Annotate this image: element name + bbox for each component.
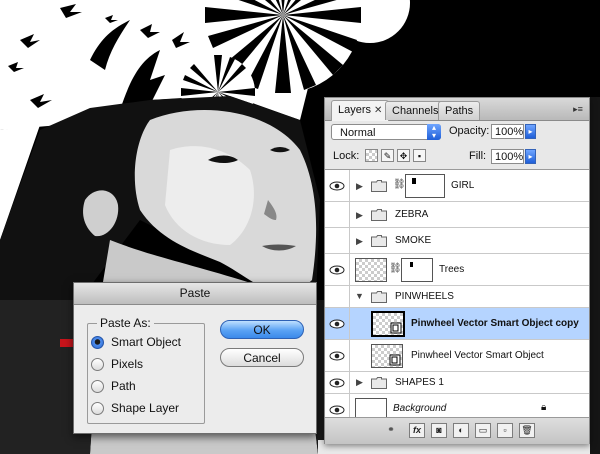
expand-triangle-icon[interactable]: ▶ bbox=[356, 377, 363, 388]
adjustment-icon[interactable]: ◐ bbox=[453, 423, 469, 438]
new-group-icon[interactable]: ▭ bbox=[475, 423, 491, 438]
layer-name: Background bbox=[393, 403, 447, 414]
layer-row-pinwheels[interactable]: ▼ PINWHEELS bbox=[325, 286, 589, 308]
layer-row-background[interactable]: Background 🔒︎ bbox=[325, 394, 589, 418]
layer-row-pinwheel[interactable]: Pinwheel Vector Smart Object bbox=[325, 340, 589, 372]
option-path-label[interactable]: Path bbox=[111, 379, 136, 393]
layer-mask-thumbnail[interactable] bbox=[401, 258, 433, 282]
folder-icon bbox=[371, 209, 387, 221]
layers-panel: Layers ✕ Channels Paths ▸≡ Normal ▴ ▾ Opac… bbox=[324, 97, 590, 444]
layers-bottom-toolbar: ⚭ fx ◙ ◐ ▭ ▫ 🗑︎ bbox=[325, 417, 589, 444]
expand-triangle-icon[interactable]: ▶ bbox=[356, 236, 363, 247]
tab-paths[interactable]: Paths bbox=[438, 101, 481, 120]
eye-icon[interactable] bbox=[329, 319, 345, 329]
lock-label: Lock: bbox=[333, 150, 360, 162]
lock-icon: 🔒︎ bbox=[541, 402, 547, 413]
layer-name: Trees bbox=[439, 264, 465, 275]
expand-triangle-icon[interactable]: ▶ bbox=[356, 181, 363, 192]
radio-shape-layer[interactable] bbox=[91, 402, 104, 415]
layer-row-shapes-1[interactable]: ▶ SHAPES 1 bbox=[325, 372, 589, 394]
blend-mode-select[interactable]: Normal ▴ ▾ bbox=[331, 124, 441, 140]
mask-icon[interactable]: ◙ bbox=[431, 423, 447, 438]
fill-slider-arrow-icon[interactable]: ▸ bbox=[525, 149, 536, 164]
folder-icon bbox=[371, 377, 387, 389]
option-shape-layer-label[interactable]: Shape Layer bbox=[111, 401, 179, 415]
eye-icon[interactable] bbox=[329, 265, 345, 275]
opacity-slider-arrow-icon[interactable]: ▸ bbox=[525, 124, 536, 139]
tab-channels[interactable]: Channels bbox=[385, 101, 446, 120]
layer-name: Pinwheel Vector Smart Object copy bbox=[411, 318, 579, 329]
lock-transparency-icon[interactable] bbox=[365, 149, 378, 162]
layer-row-trees[interactable]: ⛓ Trees bbox=[325, 254, 589, 286]
eye-icon[interactable] bbox=[329, 181, 345, 191]
eye-icon[interactable] bbox=[329, 405, 345, 415]
lock-position-icon[interactable]: ✥ bbox=[397, 149, 410, 162]
layer-row-smoke[interactable]: ▶ SMOKE bbox=[325, 228, 589, 254]
layer-thumbnail[interactable] bbox=[355, 258, 387, 282]
layer-name: GIRL bbox=[451, 180, 475, 191]
tab-channels-label: Channels bbox=[392, 105, 439, 117]
layer-row-pinwheel-copy[interactable]: Pinwheel Vector Smart Object copy bbox=[325, 308, 589, 340]
option-pixels-label[interactable]: Pixels bbox=[111, 357, 143, 371]
layer-name: Pinwheel Vector Smart Object bbox=[411, 350, 544, 361]
lock-paint-icon[interactable]: ✎ bbox=[381, 149, 394, 162]
layers-list: ▶ ⛓ GIRL ▶ ZEBRA ▶ SMOKE ⛓ Trees ▼ PINWH… bbox=[325, 169, 589, 418]
layer-row-girl[interactable]: ▶ ⛓ GIRL bbox=[325, 170, 589, 202]
paste-dialog: Paste Paste As: Smart Object Pixels Path… bbox=[73, 282, 317, 434]
layer-name: PINWHEELS bbox=[395, 291, 454, 302]
panel-menu-icon[interactable]: ▸≡ bbox=[571, 103, 585, 115]
folder-icon bbox=[371, 180, 387, 192]
link-icon[interactable]: ⚭ bbox=[383, 423, 399, 438]
layer-name: SMOKE bbox=[395, 235, 432, 246]
panel-tab-bar: Layers ✕ Channels Paths ▸≡ bbox=[325, 98, 589, 121]
smart-object-thumbnail[interactable] bbox=[371, 311, 405, 337]
folder-icon bbox=[371, 235, 387, 247]
layer-thumbnail[interactable] bbox=[355, 398, 387, 418]
cancel-button[interactable]: Cancel bbox=[220, 348, 304, 367]
opacity-label: Opacity: bbox=[449, 125, 490, 137]
trash-icon[interactable]: 🗑︎ bbox=[519, 423, 535, 438]
fill-label: Fill: bbox=[469, 150, 487, 162]
folder-icon bbox=[371, 291, 387, 303]
expand-triangle-icon[interactable]: ▶ bbox=[356, 210, 363, 221]
layer-mask-thumbnail[interactable] bbox=[405, 174, 445, 198]
collapse-triangle-icon[interactable]: ▼ bbox=[355, 291, 364, 301]
new-layer-icon[interactable]: ▫ bbox=[497, 423, 513, 438]
eye-icon[interactable] bbox=[329, 378, 345, 388]
link-chain-icon: ⛓ bbox=[389, 263, 402, 274]
tab-layers[interactable]: Layers ✕ bbox=[331, 100, 390, 121]
close-icon[interactable]: ✕ bbox=[374, 105, 382, 116]
layer-row-zebra[interactable]: ▶ ZEBRA bbox=[325, 202, 589, 228]
lock-all-icon[interactable]: ▪ bbox=[413, 149, 426, 162]
fill-field[interactable]: 100% bbox=[491, 149, 524, 164]
tab-layers-label: Layers bbox=[338, 104, 372, 116]
blend-mode-value: Normal bbox=[340, 127, 376, 139]
option-smart-object-label[interactable]: Smart Object bbox=[111, 335, 181, 349]
eye-icon[interactable] bbox=[329, 351, 345, 361]
opacity-field[interactable]: 100% bbox=[491, 124, 524, 139]
dialog-title: Paste bbox=[74, 283, 316, 305]
smart-object-thumbnail[interactable] bbox=[371, 344, 403, 368]
radio-path[interactable] bbox=[91, 380, 104, 393]
paste-as-label: Paste As: bbox=[97, 316, 154, 330]
radio-pixels[interactable] bbox=[91, 358, 104, 371]
radio-smart-object[interactable] bbox=[91, 336, 104, 349]
fx-icon[interactable]: fx bbox=[409, 423, 425, 438]
link-chain-icon: ⛓ bbox=[393, 179, 406, 190]
ok-button[interactable]: OK bbox=[220, 320, 304, 339]
layer-name: ZEBRA bbox=[395, 209, 429, 220]
layer-name: SHAPES 1 bbox=[395, 377, 444, 388]
select-arrows-icon: ▴ ▾ bbox=[427, 124, 441, 140]
tab-paths-label: Paths bbox=[445, 105, 474, 117]
